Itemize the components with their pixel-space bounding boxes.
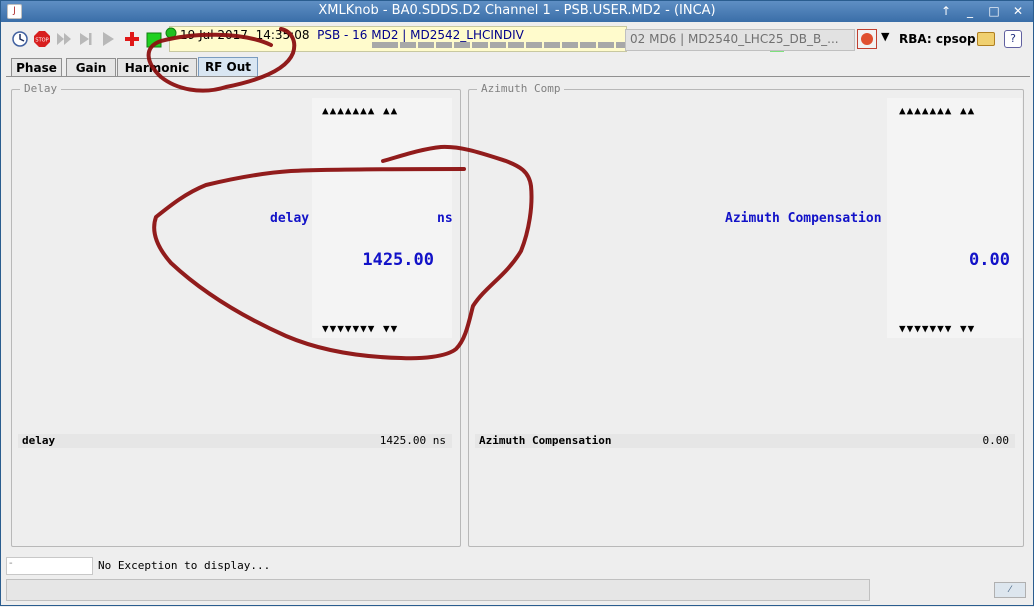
delay-panel: Delay ▲▲▲▲▲▲▲ ▲▲ 1425.00 ▼▼▼▼▼▼▼ ▼▼ dela… <box>11 82 461 547</box>
add-icon[interactable] <box>123 30 141 48</box>
step-forward-icon[interactable] <box>77 30 95 48</box>
stop-icon[interactable]: STOP <box>33 30 51 48</box>
bottom-status-bar: ⁄ <box>6 579 1030 603</box>
fast-forward-icon[interactable] <box>55 30 73 48</box>
azimuth-panel-legend: Azimuth Comp <box>477 82 565 95</box>
delay-summary-row: delay 1425.00 ns <box>18 434 452 448</box>
cycle-time: 14:35:08 <box>255 28 310 42</box>
azimuth-summary-name: Azimuth Compensation <box>479 434 612 447</box>
green-dot-icon <box>165 27 177 39</box>
status-led-icon <box>146 32 162 48</box>
folder-icon[interactable] <box>977 32 995 46</box>
help-icon[interactable]: ? <box>1004 30 1022 48</box>
cycle-info-line: 19 Jul 2017 14:35:08 PSB - 16 MD2 | MD25… <box>180 28 524 42</box>
cycle-name: PSB - 16 MD2 | MD2542_LHCINDIV <box>317 28 524 42</box>
cycle-segment <box>372 42 398 48</box>
delay-summary-name: delay <box>22 434 56 447</box>
cycle-segment <box>400 42 416 48</box>
cycle-info-box: 19 Jul 2017 14:35:08 PSB - 16 MD2 | MD25… <box>165 26 784 52</box>
svg-text:STOP: STOP <box>35 38 48 44</box>
delay-value: 1425.00 <box>362 250 434 270</box>
tab-harmonic[interactable]: Harmonic <box>117 58 197 77</box>
delay-unit: ns <box>437 211 453 226</box>
azimuth-value: 0.00 <box>969 250 1010 270</box>
cycle-segment <box>454 42 470 48</box>
window-close-button[interactable]: ✕ <box>1009 3 1027 19</box>
delay-knob[interactable]: ▲▲▲▲▲▲▲ ▲▲ 1425.00 ▼▼▼▼▼▼▼ ▼▼ <box>312 98 452 338</box>
bottom-status-field <box>6 579 870 601</box>
status-field[interactable]: - <box>6 557 93 575</box>
cycle-segment <box>562 42 578 48</box>
window-maximize-button[interactable]: □ <box>985 3 1003 19</box>
title-bar: J XMLKnob - BA0.SDDS.D2 Channel 1 - PSB.… <box>1 1 1033 22</box>
azimuth-summary-value: 0.00 <box>982 434 1010 447</box>
cycle-segment <box>418 42 434 48</box>
tab-gain[interactable]: Gain <box>66 58 116 77</box>
azimuth-summary-row: Azimuth Compensation 0.00 <box>475 434 1015 448</box>
toolbar: STOP 19 Jul 2017 14:35:08 PSB - 16 MD2 |… <box>7 26 1029 54</box>
azimuth-increase-arrows[interactable]: ▲▲▲▲▲▲▲ ▲▲ <box>899 104 975 117</box>
cycle-segment <box>544 42 560 48</box>
status-row: - No Exception to display... <box>6 557 1030 575</box>
rf-out-panel: Delay ▲▲▲▲▲▲▲ ▲▲ 1425.00 ▼▼▼▼▼▼▼ ▼▼ dela… <box>6 76 1030 551</box>
cycle-segment <box>580 42 596 48</box>
azimuth-panel: Azimuth Comp ▲▲▲▲▲▲▲ ▲▲ 0.00 ▼▼▼▼▼▼▼ ▼▼ … <box>468 82 1024 547</box>
azimuth-label: Azimuth Compensation <box>725 211 882 226</box>
delay-summary-value: 1425.00 ns <box>379 434 446 447</box>
delay-decrease-arrows[interactable]: ▼▼▼▼▼▼▼ ▼▼ <box>322 322 398 335</box>
tab-phase[interactable]: Phase <box>11 58 62 77</box>
delay-label: delay <box>270 211 310 226</box>
exception-message: No Exception to display... <box>98 559 271 572</box>
window-minimize-button[interactable]: _ <box>961 3 979 19</box>
next-cycle-field: 02 MD6 | MD2540_LHC25_DB_B_... <box>625 29 855 51</box>
window-up-button[interactable]: ↑ <box>937 3 955 19</box>
rba-label: RBA: cpsop <box>899 32 976 46</box>
delay-panel-legend: Delay <box>20 82 62 95</box>
cycle-segment <box>598 42 614 48</box>
cycle-date: 19 Jul 2017 <box>180 28 248 42</box>
chevron-down-icon[interactable]: ▼ <box>881 30 889 43</box>
cycle-segment <box>436 42 452 48</box>
clock-icon[interactable] <box>11 30 29 48</box>
cycle-segment <box>526 42 542 48</box>
cycle-segment <box>472 42 488 48</box>
resize-grip-button[interactable]: ⁄ <box>994 582 1026 598</box>
tab-rf-out[interactable]: RF Out <box>198 57 258 77</box>
azimuth-knob[interactable]: ▲▲▲▲▲▲▲ ▲▲ 0.00 ▼▼▼▼▼▼▼ ▼▼ <box>887 98 1022 338</box>
window-title: XMLKnob - BA0.SDDS.D2 Channel 1 - PSB.US… <box>318 3 716 18</box>
delay-increase-arrows[interactable]: ▲▲▲▲▲▲▲ ▲▲ <box>322 104 398 117</box>
play-icon[interactable] <box>99 30 117 48</box>
cycle-segment <box>508 42 524 48</box>
azimuth-decrease-arrows[interactable]: ▼▼▼▼▼▼▼ ▼▼ <box>899 322 975 335</box>
app-window: J XMLKnob - BA0.SDDS.D2 Channel 1 - PSB.… <box>0 0 1034 606</box>
cycle-segment <box>490 42 506 48</box>
power-button[interactable] <box>857 29 877 49</box>
